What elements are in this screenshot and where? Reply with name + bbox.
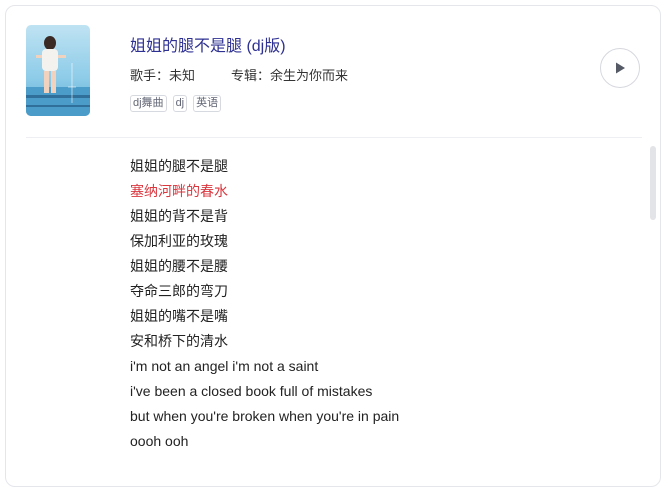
album-cover[interactable]	[26, 25, 90, 116]
lyric-line: 姐姐的背不是背	[130, 208, 228, 224]
singer-name: 未知	[169, 68, 196, 83]
lyric-line: 姐姐的腰不是腰	[130, 258, 228, 274]
album-label: 专辑：	[231, 68, 271, 83]
scrollbar-thumb[interactable]	[650, 146, 656, 220]
album-cover-image	[26, 25, 90, 116]
lyric-line: oooh ooh	[130, 433, 189, 449]
singer-label: 歌手：	[130, 68, 170, 83]
tag-list: dj舞曲 dj 英语	[130, 95, 222, 112]
album-name[interactable]: 余生为你而来	[270, 68, 348, 83]
song-card: 姐姐的腿不是腿 (dj版) 歌手：未知 专辑：余生为你而来 dj舞曲 dj 英语…	[5, 5, 661, 487]
play-icon	[616, 62, 625, 74]
lyric-line: 姐姐的腿不是腿	[130, 158, 228, 174]
singer-info: 歌手：未知	[130, 65, 195, 84]
lyric-line: 夺命三郎的弯刀	[130, 283, 228, 299]
lyric-line: 保加利亚的玫瑰	[130, 233, 228, 249]
tag-dj-dance[interactable]: dj舞曲	[130, 95, 167, 112]
lyric-line: but when you're broken when you're in pa…	[130, 408, 400, 424]
album-info: 专辑：余生为你而来	[231, 65, 348, 84]
divider	[26, 137, 642, 138]
lyrics-list: 姐姐的腿不是腿 塞纳河畔的春水 姐姐的背不是背 保加利亚的玫瑰 姐姐的腰不是腰 …	[130, 154, 399, 454]
lyric-line-current: 塞纳河畔的春水	[130, 183, 228, 199]
lyric-line: 姐姐的嘴不是嘴	[130, 308, 228, 324]
lyric-line: 安和桥下的清水	[130, 333, 228, 349]
play-button[interactable]	[600, 48, 640, 88]
tag-dj[interactable]: dj	[172, 95, 188, 112]
tag-english[interactable]: 英语	[193, 95, 222, 112]
lyric-line: i've been a closed book full of mistakes	[130, 383, 373, 399]
lyric-line: i'm not an angel i'm not a saint	[130, 358, 319, 374]
song-title[interactable]: 姐姐的腿不是腿 (dj版)	[130, 32, 286, 56]
lyrics-scrollbar[interactable]	[650, 146, 656, 478]
